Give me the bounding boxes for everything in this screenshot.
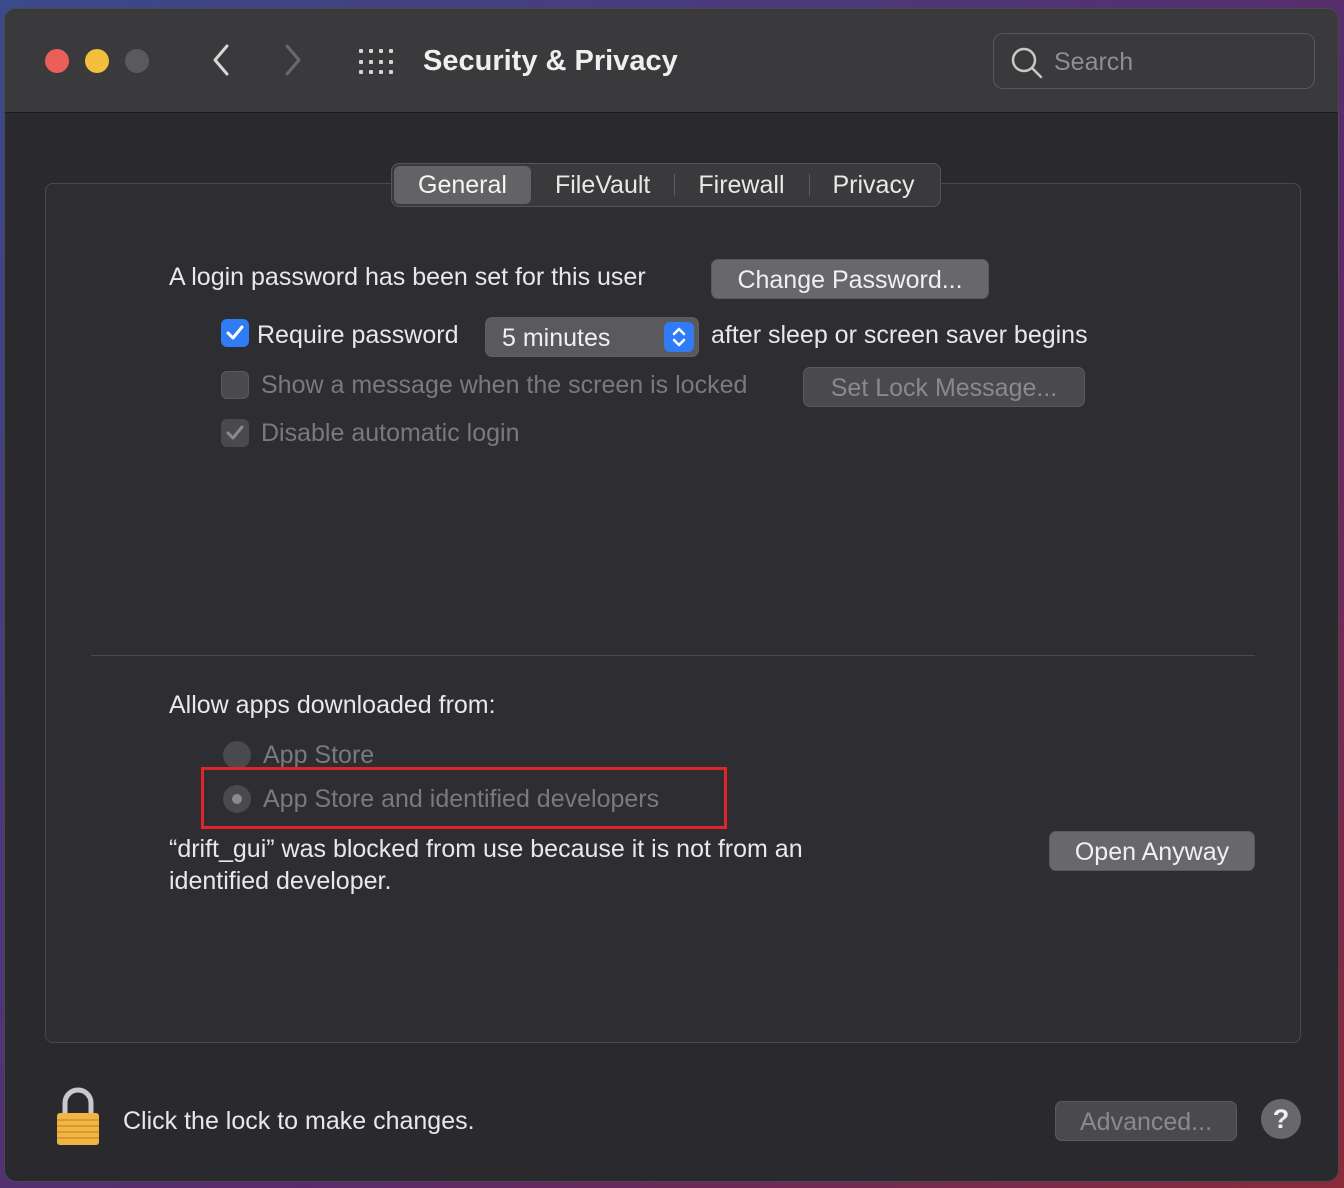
allow-apps-heading: Allow apps downloaded from: [169,691,496,719]
require-password-label: Require password [257,321,459,349]
disable-auto-login-checkbox[interactable] [221,419,249,447]
tab-general[interactable]: General [394,166,531,204]
highlight-box [201,767,727,829]
blocked-message-line1: “drift_gui” was blocked from use because… [169,835,803,863]
minimize-button[interactable] [85,49,109,73]
back-button[interactable] [203,39,239,81]
preferences-window: Security & Privacy General FileVault Fir… [4,8,1339,1182]
login-password-text: A login password has been set for this u… [169,263,646,291]
show-message-checkbox[interactable] [221,371,249,399]
search-field[interactable] [993,33,1315,89]
disable-auto-login-label: Disable automatic login [261,419,520,447]
set-lock-message-button[interactable]: Set Lock Message... [803,367,1085,407]
close-button[interactable] [45,49,69,73]
show-all-grid-icon[interactable] [357,49,393,75]
search-icon [1011,47,1043,79]
chevron-left-icon [213,44,229,76]
tab-bar: General FileVault Firewall Privacy [391,163,942,207]
interval-value: 5 minutes [502,324,611,352]
search-input[interactable] [1054,44,1304,80]
stepper-arrows-icon [664,322,694,352]
radio-app-store[interactable] [223,741,251,769]
require-password-checkbox[interactable] [221,319,249,347]
help-button[interactable]: ? [1261,1099,1301,1139]
advanced-button[interactable]: Advanced... [1055,1101,1237,1141]
section-divider [91,655,1255,656]
checkmark-icon [226,325,244,340]
zoom-button[interactable] [125,49,149,73]
require-password-suffix: after sleep or screen saver begins [711,321,1088,349]
window-title: Security & Privacy [423,45,678,77]
checkmark-icon [226,425,244,440]
tab-privacy[interactable]: Privacy [808,166,939,204]
tab-filevault[interactable]: FileVault [531,166,674,204]
open-anyway-button[interactable]: Open Anyway [1049,831,1255,871]
chevron-right-icon [285,44,301,76]
tab-firewall[interactable]: Firewall [674,166,808,204]
blocked-message-line2: identified developer. [169,867,392,895]
require-password-interval-select[interactable]: 5 minutes [485,317,699,357]
forward-button[interactable] [275,39,311,81]
show-message-label: Show a message when the screen is locked [261,371,748,399]
lock-icon[interactable] [53,1085,103,1147]
lock-text: Click the lock to make changes. [123,1107,475,1135]
change-password-button[interactable]: Change Password... [711,259,989,299]
title-bar: Security & Privacy [5,9,1338,113]
content-panel [45,183,1301,1043]
